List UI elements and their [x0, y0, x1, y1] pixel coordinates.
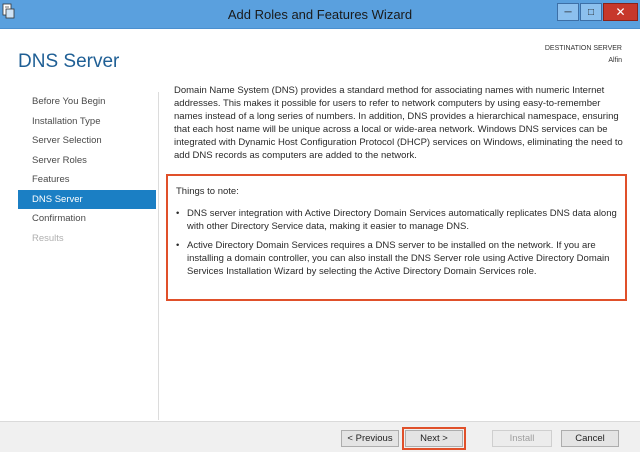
nav-item-before-you-begin[interactable]: Before You Begin [18, 92, 156, 112]
cancel-button[interactable]: Cancel [561, 430, 619, 447]
note-item: • DNS server integration with Active Dir… [176, 207, 617, 233]
page-title: DNS Server [18, 51, 120, 72]
close-button[interactable]: ✕ [603, 3, 638, 21]
wizard-header: DNS Server DESTINATION SERVER Alfin [0, 29, 640, 81]
next-button[interactable]: Next > [402, 427, 466, 450]
minimize-button[interactable]: ─ [557, 3, 579, 21]
bullet-icon: • [176, 208, 180, 219]
dns-description: Domain Name System (DNS) provides a stan… [174, 85, 623, 161]
wizard-footer: < Previous Next > Install Cancel [0, 421, 640, 452]
nav-item-results: Results [32, 232, 64, 244]
things-to-note-box: Things to note: • DNS server integration… [166, 174, 627, 301]
minimize-icon: ─ [564, 6, 572, 18]
nav-item-features[interactable]: Features [18, 170, 156, 190]
close-icon: ✕ [615, 5, 626, 19]
nav-item-confirmation[interactable]: Confirmation [18, 209, 156, 229]
note-text: DNS server integration with Active Direc… [187, 208, 617, 232]
nav-item-server-roles[interactable]: Server Roles [18, 151, 156, 171]
notes-list: • DNS server integration with Active Dir… [176, 207, 617, 278]
title-bar: Add Roles and Features Wizard ─ □ ✕ [0, 0, 640, 29]
note-text: Active Directory Domain Services require… [187, 240, 610, 277]
destination-server-name: Alfin [608, 57, 622, 64]
destination-server-label: DESTINATION SERVER [544, 45, 622, 52]
previous-button[interactable]: < Previous [341, 430, 399, 447]
nav-divider [158, 92, 159, 420]
install-button: Install [492, 430, 552, 447]
note-item: • Active Directory Domain Services requi… [176, 239, 617, 278]
nav-item-dns-server[interactable]: DNS Server [18, 189, 156, 209]
wizard-navigation: Before You Begin Installation Type Serve… [18, 92, 156, 248]
bullet-icon: • [176, 240, 180, 251]
maximize-button[interactable]: □ [580, 3, 602, 21]
maximize-icon: □ [587, 6, 595, 18]
notes-heading: Things to note: [176, 186, 239, 197]
window-title: Add Roles and Features Wizard [227, 7, 413, 22]
nav-item-server-selection[interactable]: Server Selection [18, 131, 156, 151]
nav-item-installation-type[interactable]: Installation Type [18, 112, 156, 132]
